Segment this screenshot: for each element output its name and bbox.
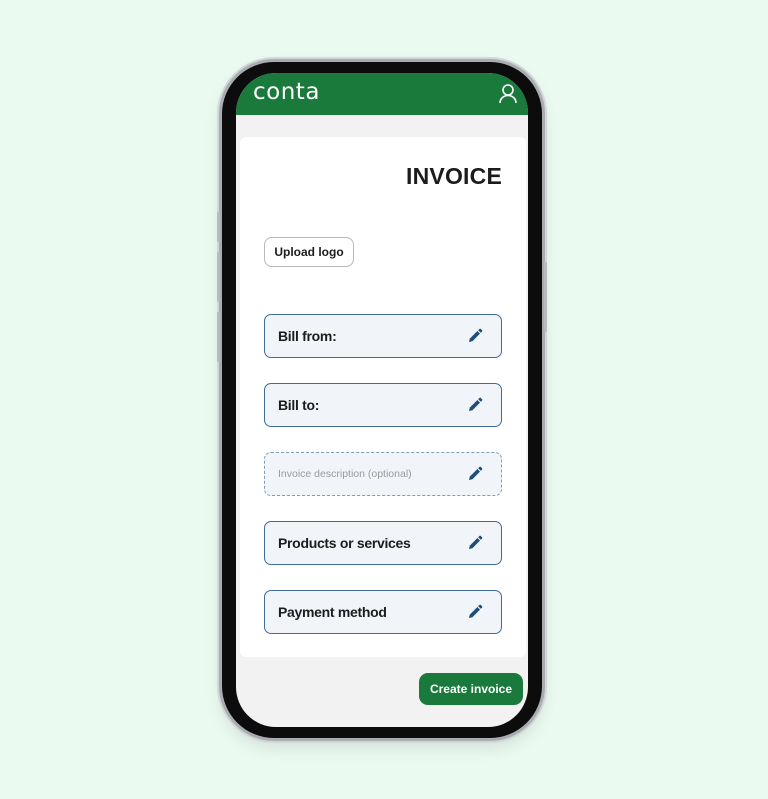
payment-method-label: Payment method: [278, 604, 387, 620]
phone-side-button: [217, 212, 220, 242]
create-invoice-button[interactable]: Create invoice: [419, 673, 523, 705]
products-or-services-label: Products or services: [278, 535, 411, 551]
app-logo[interactable]: conta: [253, 79, 320, 105]
bill-from-label: Bill from:: [278, 328, 337, 344]
user-icon[interactable]: [498, 83, 518, 105]
products-or-services-field[interactable]: Products or services: [264, 521, 502, 565]
bill-to-field[interactable]: Bill to:: [264, 383, 502, 427]
bill-to-label: Bill to:: [278, 397, 320, 413]
payment-method-field[interactable]: Payment method: [264, 590, 502, 634]
phone-power-button: [544, 262, 547, 332]
upload-logo-button[interactable]: Upload logo: [264, 237, 354, 267]
app-screen: conta INVOICE Upload logo Bill from: Bil…: [236, 73, 528, 727]
pencil-icon[interactable]: [467, 535, 483, 551]
bill-from-field[interactable]: Bill from:: [264, 314, 502, 358]
invoice-description-field[interactable]: Invoice description (optional): [264, 452, 502, 496]
pencil-icon[interactable]: [467, 466, 483, 482]
top-bar: conta: [236, 73, 528, 115]
page-title: INVOICE: [406, 163, 502, 189]
phone-volume-down: [217, 312, 220, 362]
pencil-icon[interactable]: [467, 604, 483, 620]
pencil-icon[interactable]: [467, 397, 483, 413]
invoice-description-placeholder: Invoice description (optional): [278, 468, 412, 480]
invoice-card: INVOICE Upload logo Bill from: Bill to: …: [240, 137, 526, 657]
phone-frame: conta INVOICE Upload logo Bill from: Bil…: [217, 62, 547, 738]
pencil-icon[interactable]: [467, 328, 483, 344]
phone-volume-up: [217, 252, 220, 302]
